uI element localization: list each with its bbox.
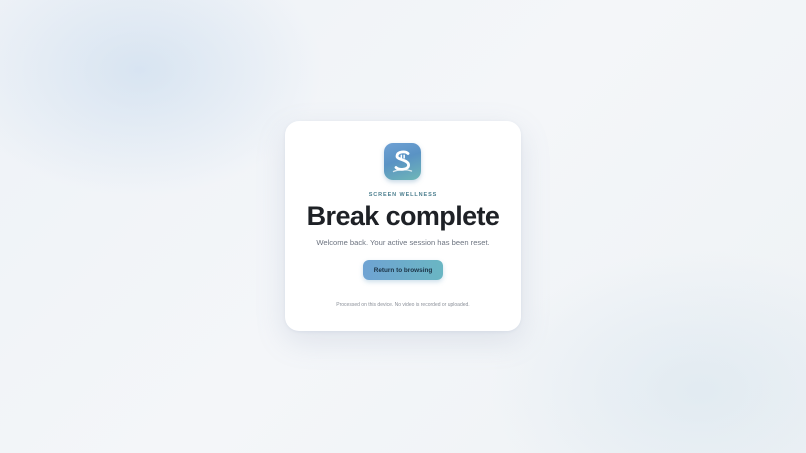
brand-label: SCREEN WELLNESS [368, 192, 438, 198]
break-complete-card: SCREEN WELLNESS Break complete Welcome b… [285, 121, 521, 331]
dialog-subtitle: Welcome back. Your active session has be… [316, 238, 490, 247]
app-logo-icon [384, 143, 421, 180]
privacy-footnote: Processed on this device. No video is re… [336, 302, 470, 308]
dialog-title: Break complete [306, 201, 500, 231]
return-to-browsing-button[interactable]: Return to browsing [363, 260, 443, 280]
